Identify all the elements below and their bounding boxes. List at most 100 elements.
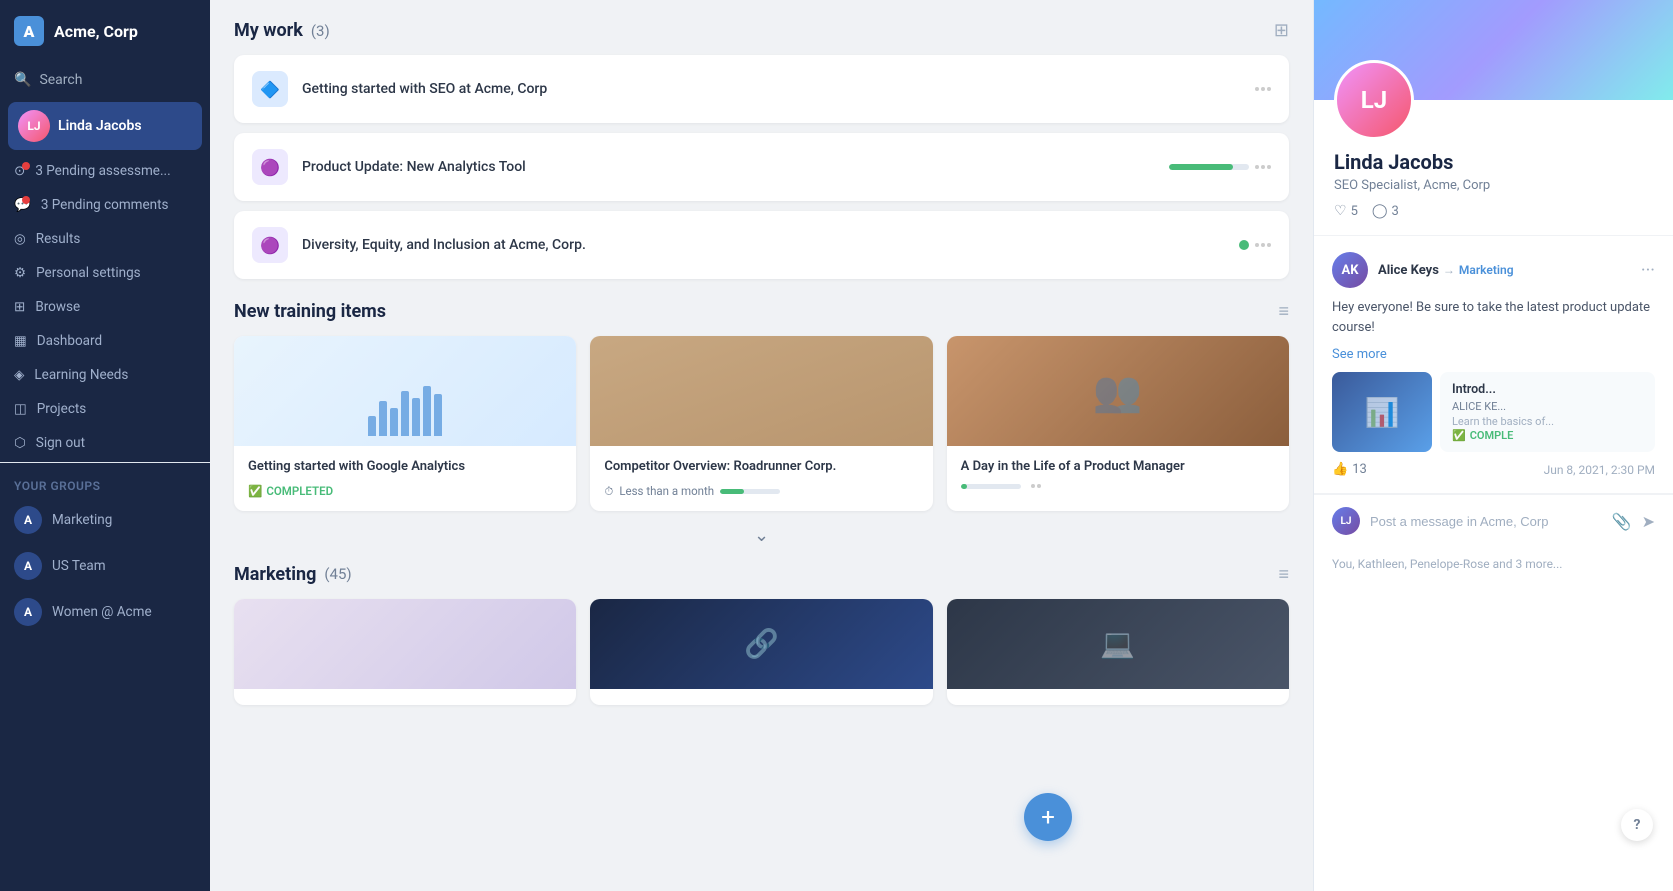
app-logo[interactable]: A Acme, Corp	[0, 0, 210, 62]
work-item-title: Getting started with SEO at Acme, Corp	[302, 81, 1241, 97]
card-image: 👥	[947, 336, 1289, 446]
user-name: Linda Jacobs	[58, 118, 142, 134]
dots-menu[interactable]	[1255, 243, 1271, 247]
dots-menu[interactable]	[1255, 165, 1271, 169]
profile-avatar-wrap: LJ	[1334, 60, 1414, 140]
group-avatar: A	[14, 552, 42, 580]
sidebar-item-learning-needs[interactable]: ◈ Learning Needs	[0, 358, 210, 392]
training-card-daylife[interactable]: 👥 A Day in the Life of a Product Manager	[947, 336, 1289, 511]
media-card-title: Introd...	[1452, 382, 1643, 397]
work-item-icon: 🟣	[252, 149, 288, 185]
help-icon: ?	[1634, 817, 1641, 833]
marketing-card-3[interactable]: 💻	[947, 599, 1289, 705]
work-item-dei[interactable]: 🟣 Diversity, Equity, and Inclusion at Ac…	[234, 211, 1289, 279]
app-name: Acme, Corp	[54, 22, 138, 41]
help-button[interactable]: ?	[1621, 809, 1653, 841]
sidebar-item-assessments[interactable]: ⊙ 3 Pending assessme...	[0, 154, 210, 188]
work-item-actions	[1239, 240, 1271, 250]
new-training-list-toggle[interactable]: ≡	[1278, 301, 1289, 322]
learning-icon: ◈	[14, 367, 24, 383]
main-content: My work (3) ⊞ 🔷 Getting started with SEO…	[210, 0, 1313, 891]
search-label: Search	[39, 72, 82, 88]
dashboard-icon: ▦	[14, 333, 27, 349]
feed-media: 📊 Introd... ALICE KE... Learn the basics…	[1332, 372, 1655, 452]
commenter-avatar: LJ	[1332, 507, 1360, 535]
post-timestamp: Jun 8, 2021, 2:30 PM	[1544, 463, 1655, 477]
progress-fill	[1169, 164, 1233, 170]
chevron-down-icon: ⌄	[754, 525, 769, 546]
feed-post-user: AK Alice Keys → Marketing	[1332, 252, 1514, 288]
sidebar-item-browse[interactable]: ⊞ Browse	[0, 290, 210, 324]
marketing-card-1[interactable]	[234, 599, 576, 705]
feed-section: AK Alice Keys → Marketing ··· Hey everyo…	[1314, 235, 1673, 891]
training-card-google-analytics[interactable]: Getting started with Google Analytics ✅ …	[234, 336, 576, 511]
marketing-cards-grid: 🔗 💻	[234, 599, 1289, 705]
group-label: Marketing	[52, 512, 112, 528]
search-icon: 🔍	[14, 72, 31, 88]
group-label: US Team	[52, 558, 106, 574]
marketing-card-image-1	[234, 599, 576, 689]
marketing-card-2[interactable]: 🔗	[590, 599, 932, 705]
check-circle-icon: ✅	[1452, 429, 1466, 442]
media-card-author: ALICE KE...	[1452, 400, 1643, 413]
feed-user-name: Alice Keys	[1378, 263, 1439, 278]
sidebar-item-results[interactable]: ◎ Results	[0, 222, 210, 256]
dots-menu[interactable]	[1255, 87, 1271, 91]
sidebar-item-us-team[interactable]: A US Team	[0, 543, 210, 589]
send-icon[interactable]: ➤	[1642, 512, 1655, 531]
marketing-list-toggle[interactable]: ≡	[1278, 564, 1289, 585]
feed-channel-name[interactable]: Marketing	[1459, 263, 1514, 277]
feed-media-thumbnail[interactable]: 📊	[1332, 372, 1432, 452]
profile-name: Linda Jacobs	[1334, 150, 1653, 174]
attach-icon[interactable]: 📎	[1612, 512, 1632, 531]
group-avatar: A	[14, 506, 42, 534]
see-more-link[interactable]: See more	[1332, 347, 1655, 362]
work-item-seo[interactable]: 🔷 Getting started with SEO at Acme, Corp	[234, 55, 1289, 123]
likes-count: 13	[1352, 462, 1367, 477]
my-work-section-header: My work (3) ⊞	[234, 20, 1289, 41]
card-meta: ⏱ Less than a month	[604, 484, 918, 499]
training-cards-grid: Getting started with Google Analytics ✅ …	[234, 336, 1289, 511]
search-button[interactable]: 🔍 Search	[0, 62, 210, 98]
training-card-competitor[interactable]: Competitor Overview: Roadrunner Corp. ⏱ …	[590, 336, 932, 511]
like-button[interactable]: 👍 13	[1332, 462, 1367, 477]
marketing-card-body	[590, 689, 932, 705]
post-options-button[interactable]: ···	[1641, 260, 1655, 281]
feed-media-card[interactable]: Introd... ALICE KE... Learn the basics o…	[1440, 372, 1655, 452]
badge-icon	[22, 196, 30, 204]
card-status: ✅ COMPLETED	[248, 484, 562, 498]
marketing-card-body	[234, 689, 576, 705]
feed-user-avatar: AK	[1332, 252, 1368, 288]
card-title: Getting started with Google Analytics	[248, 458, 562, 476]
sidebar-item-personal-settings[interactable]: ⚙ Personal settings	[0, 256, 210, 290]
right-panel: LJ Linda Jacobs SEO Specialist, Acme, Co…	[1313, 0, 1673, 891]
current-user[interactable]: LJ Linda Jacobs	[8, 102, 202, 150]
sidebar-item-label: Browse	[35, 299, 80, 315]
avatar: LJ	[18, 110, 50, 142]
profile-stats: ♡ 5 ◯ 3	[1334, 203, 1653, 219]
arrow-right-icon: →	[1443, 263, 1455, 277]
my-work-view-toggle[interactable]: ⊞	[1274, 20, 1289, 41]
marketing-card-image-3: 💻	[947, 599, 1289, 689]
sidebar-item-label: 3 Pending comments	[41, 197, 169, 213]
fab-button[interactable]: +	[1024, 793, 1072, 841]
sidebar-item-women-acme[interactable]: A Women @ Acme	[0, 589, 210, 635]
settings-icon: ⚙	[14, 265, 26, 281]
work-item-icon: 🔷	[252, 71, 288, 107]
sidebar-item-marketing[interactable]: A Marketing	[0, 497, 210, 543]
sidebar-item-sign-out[interactable]: ⬡ Sign out	[0, 426, 210, 460]
sidebar-item-comments[interactable]: 💬 3 Pending comments	[0, 188, 210, 222]
sidebar-item-projects[interactable]: ◫ Projects	[0, 392, 210, 426]
likes-count: ♡ 5	[1334, 203, 1358, 219]
feed-post-header: AK Alice Keys → Marketing ···	[1332, 252, 1655, 288]
sidebar-item-label: Dashboard	[37, 333, 102, 349]
comment-input[interactable]	[1370, 514, 1602, 529]
logo-icon: A	[14, 16, 44, 46]
show-more-button[interactable]: ⌄	[234, 521, 1289, 556]
sidebar-item-label: Sign out	[36, 435, 85, 451]
marketing-section-header: Marketing (45) ≡	[234, 564, 1289, 585]
comments-count: ◯ 3	[1372, 203, 1399, 219]
work-item-actions	[1255, 87, 1271, 91]
sidebar-item-dashboard[interactable]: ▦ Dashboard	[0, 324, 210, 358]
work-item-analytics[interactable]: 🟣 Product Update: New Analytics Tool	[234, 133, 1289, 201]
